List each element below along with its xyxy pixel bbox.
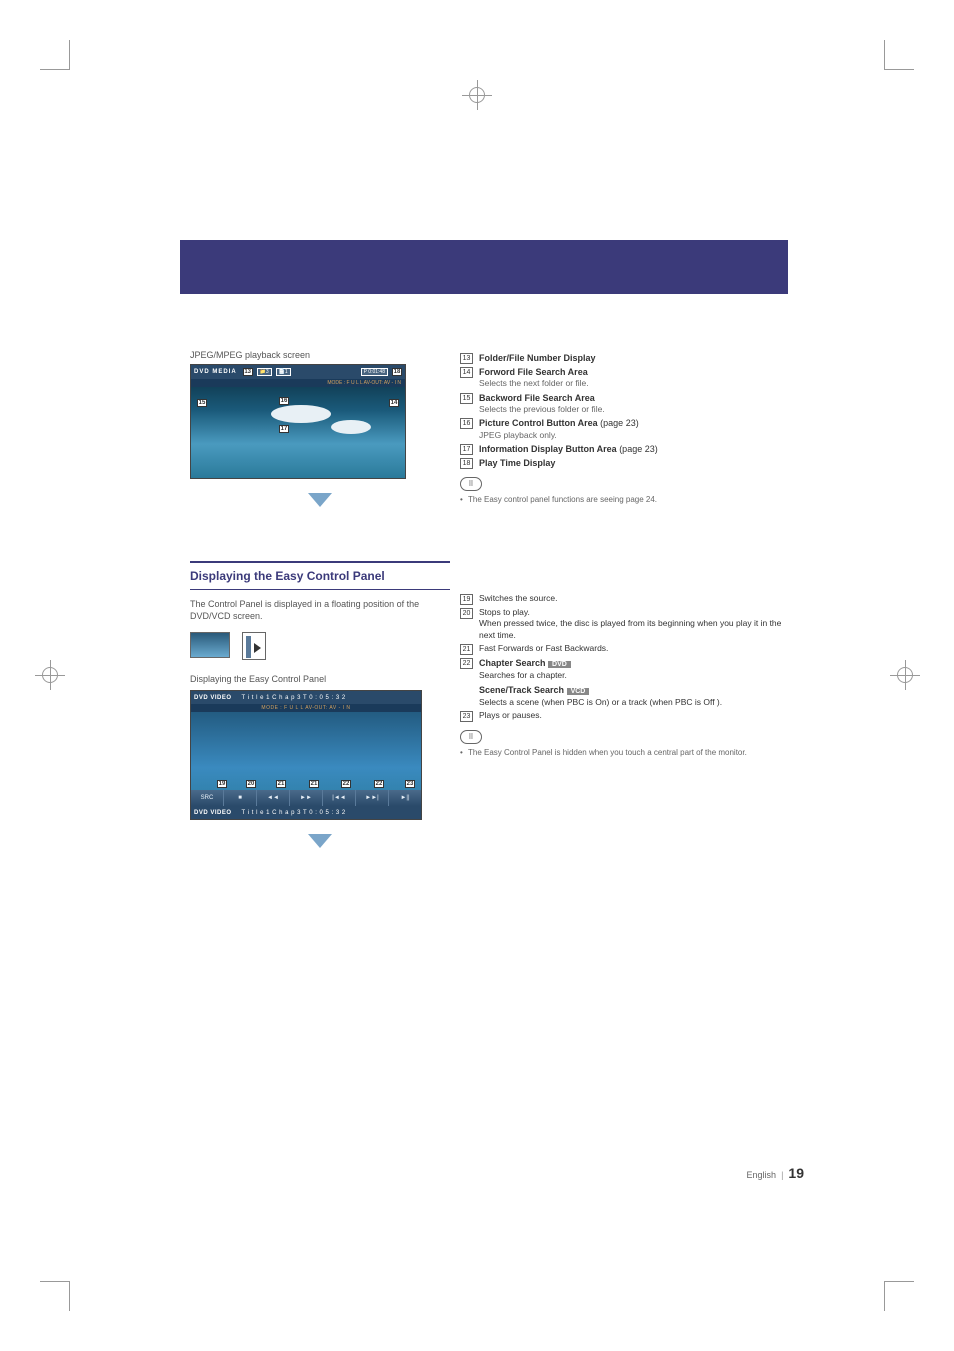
vcd-badge: VCD bbox=[567, 688, 590, 695]
prev-button: |◄◄ bbox=[323, 790, 356, 806]
screenshot-status-2: MODE : F U L L AV-OUT: AV - I N bbox=[191, 704, 421, 712]
section-description: The Control Panel is displayed in a floa… bbox=[190, 598, 450, 622]
screenshot-title: DVD MEDIA bbox=[194, 369, 237, 375]
jpeg-playback-screenshot: DVD MEDIA 13 📁 3 📄 1 P 0:01:48 18 MODE :… bbox=[190, 364, 406, 479]
file-indicator: 📄 1 bbox=[276, 368, 291, 376]
callout-21b: 21 bbox=[309, 780, 319, 788]
thumbnail-1 bbox=[190, 632, 230, 658]
callout-23: 23 bbox=[405, 780, 415, 788]
callout-22a: 22 bbox=[341, 780, 351, 788]
note-text: The Easy control panel functions are see… bbox=[460, 495, 790, 504]
rewind-button: ◄◄ bbox=[257, 790, 290, 806]
note-text-2: The Easy Control Panel is hidden when yo… bbox=[460, 748, 790, 757]
callout-13: 13 bbox=[243, 368, 253, 376]
play-pause-button: ►|| bbox=[389, 790, 421, 806]
callout-17: 17 bbox=[279, 425, 289, 433]
fastforward-button: ►► bbox=[290, 790, 323, 806]
screenshot-label-2: Displaying the Easy Control Panel bbox=[190, 674, 450, 684]
callout-16: 16 bbox=[279, 397, 289, 405]
callout-20: 20 bbox=[246, 780, 256, 788]
registration-mark bbox=[890, 660, 920, 690]
section-header: Displaying the Easy Control Panel bbox=[190, 561, 450, 590]
callout-item-21: 21 Fast Forwards or Fast Backwards. bbox=[460, 643, 790, 655]
callout-item-16: 16 Picture Control Button Area (page 23)… bbox=[460, 417, 790, 441]
page-number: 19 bbox=[788, 1165, 804, 1181]
dvd-badge: DVD bbox=[548, 661, 571, 668]
callout-item-15: 15 Backword File Search AreaSelects the … bbox=[460, 392, 790, 416]
note-icon: ⠿ bbox=[460, 477, 482, 491]
callout-item-22: 22 Chapter Search DVD Searches for a cha… bbox=[460, 657, 790, 708]
screenshot-label: JPEG/MPEG playback screen bbox=[190, 350, 450, 360]
callout-22b: 22 bbox=[374, 780, 384, 788]
callout-item-18: 18 Play Time Display bbox=[460, 457, 790, 469]
callout-19: 19 bbox=[217, 780, 227, 788]
page-footer: English | 19 bbox=[747, 1165, 804, 1181]
thumbnail-2 bbox=[242, 632, 266, 660]
screenshot-title-2: DVD VIDEO bbox=[194, 695, 232, 701]
folder-indicator: 📁 3 bbox=[257, 368, 272, 376]
src-button: SRC bbox=[191, 790, 224, 806]
callout-14: 14 bbox=[389, 399, 399, 407]
continuation-arrow-icon bbox=[308, 493, 332, 507]
callout-item-20: 20 Stops to play.When pressed twice, the… bbox=[460, 607, 790, 641]
callout-item-14: 14 Forword File Search AreaSelects the n… bbox=[460, 366, 790, 390]
callout-18: 18 bbox=[392, 368, 402, 376]
control-bar: SRC ■ ◄◄ ►► |◄◄ ►►| ►|| bbox=[191, 790, 421, 806]
screenshot-status: MODE : F U L L AV-OUT: AV - I N bbox=[191, 379, 405, 387]
callout-item-23: 23 Plays or pauses. bbox=[460, 710, 790, 722]
callout-15: 15 bbox=[197, 399, 207, 407]
next-button: ►►| bbox=[356, 790, 389, 806]
easy-control-panel-screenshot: DVD VIDEO T i t l e 1 C h a p 3 T 0 : 0 … bbox=[190, 690, 422, 820]
callout-item-17: 17 Information Display Button Area (page… bbox=[460, 443, 790, 455]
header-bar bbox=[180, 240, 788, 294]
screenshot-bottom-title: DVD VIDEO bbox=[194, 810, 232, 816]
continuation-arrow-icon bbox=[308, 834, 332, 848]
callout-item-19: 19 Switches the source. bbox=[460, 593, 790, 605]
stop-button: ■ bbox=[224, 790, 257, 806]
callout-21a: 21 bbox=[276, 780, 286, 788]
playtime-indicator: P 0:01:48 bbox=[361, 368, 388, 376]
note-icon: ⠿ bbox=[460, 730, 482, 744]
callout-item-13: 13 Folder/File Number Display bbox=[460, 352, 790, 364]
